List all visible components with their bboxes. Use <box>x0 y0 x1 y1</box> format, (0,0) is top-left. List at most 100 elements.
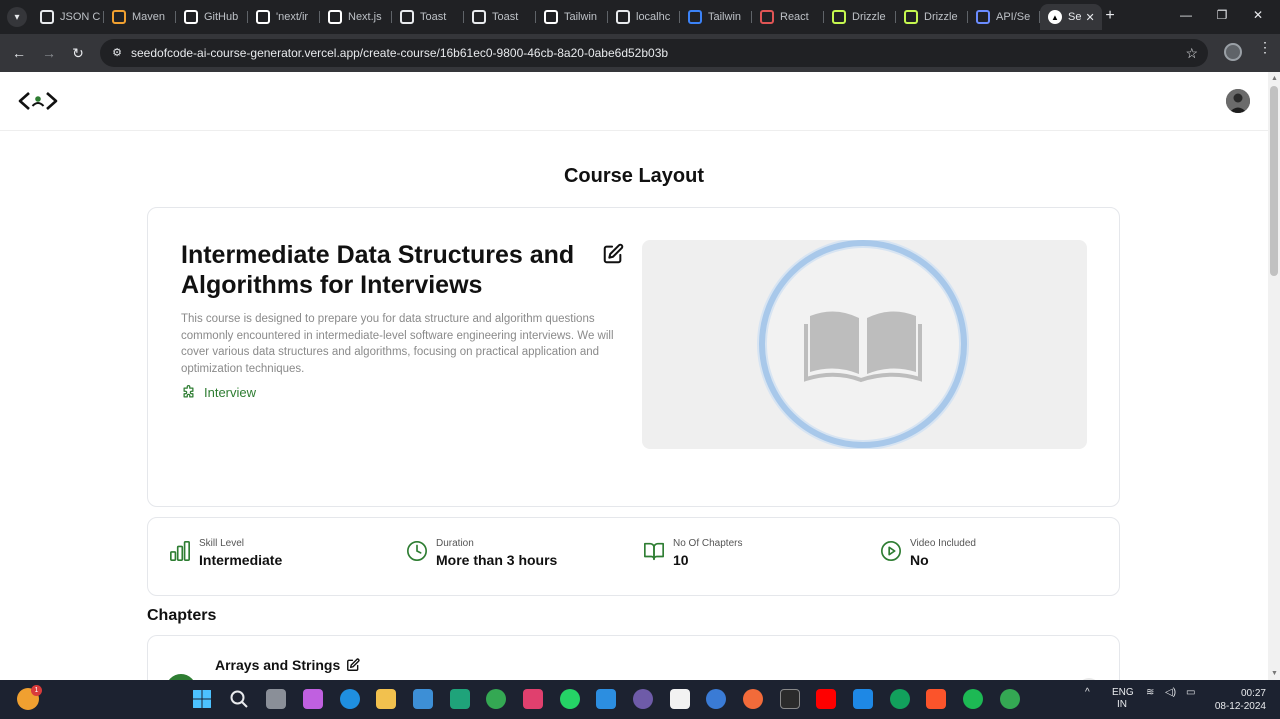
chrome-icon[interactable] <box>486 689 506 709</box>
app-icon[interactable] <box>706 689 726 709</box>
window-close-icon[interactable]: ✕ <box>1250 8 1266 22</box>
stat-skill-level: Skill Level Intermediate <box>169 538 282 568</box>
edit-chapter-icon[interactable] <box>346 658 360 672</box>
tab-favicon-icon <box>616 10 630 24</box>
browser-tab-active[interactable]: ▲ Se ✕ <box>1040 4 1102 30</box>
back-button[interactable]: ← <box>10 44 28 62</box>
store-icon[interactable] <box>413 689 433 709</box>
browser-toolbar: ← → ↻ ⚙ seedofcode-ai-course-generator.v… <box>0 34 1280 72</box>
browser-menu-icon[interactable]: ⋮ <box>1258 40 1272 54</box>
task-view-icon[interactable] <box>266 689 286 709</box>
windows-start-icon[interactable] <box>192 689 212 709</box>
course-banner-image[interactable] <box>642 240 1087 449</box>
github-desktop-icon[interactable] <box>633 689 653 709</box>
bar-chart-icon <box>170 541 190 561</box>
browser-tab[interactable]: Drizzle <box>824 4 896 30</box>
tab-search-button[interactable]: ▾ <box>7 7 27 27</box>
page-viewport: Course Layout Intermediate Data Structur… <box>0 72 1268 680</box>
webstorm-icon[interactable] <box>780 689 800 709</box>
app-icon[interactable] <box>853 689 873 709</box>
user-avatar[interactable] <box>1226 89 1250 113</box>
scroll-down-arrow-icon[interactable]: ▼ <box>1271 670 1278 677</box>
stat-label: Skill Level <box>199 538 245 549</box>
clion-icon[interactable] <box>450 689 470 709</box>
stat-duration: Duration More than 3 hours <box>406 538 557 568</box>
browser-tab[interactable]: Tailwin <box>680 4 752 30</box>
tab-favicon-icon <box>112 10 126 24</box>
app-header <box>0 72 1268 131</box>
copilot-icon[interactable] <box>303 689 323 709</box>
edit-icon[interactable] <box>602 243 624 265</box>
forward-button[interactable]: → <box>40 44 58 62</box>
address-bar[interactable]: ⚙ seedofcode-ai-course-generator.vercel.… <box>100 39 1208 67</box>
course-stats-card: Skill Level Intermediate Duration More t… <box>147 517 1120 596</box>
browser-tab[interactable]: Drizzle <box>896 4 968 30</box>
category-label: Interview <box>204 385 257 400</box>
book-open-icon <box>644 542 664 561</box>
play-circle-icon <box>881 541 901 561</box>
browser-tab[interactable]: Toast <box>464 4 536 30</box>
tab-title: Next.js <box>348 11 382 23</box>
tab-title: localhc <box>636 11 671 23</box>
page-scrollbar[interactable]: ▲ ▼ <box>1268 72 1280 680</box>
browser-tab[interactable]: Next.js <box>320 4 392 30</box>
browser-tab[interactable]: API/Se <box>968 4 1040 30</box>
edge-icon[interactable] <box>340 689 360 709</box>
system-clock[interactable]: 00:27 08-12-2024 <box>1210 687 1266 713</box>
volume-icon[interactable]: ◁) <box>1165 687 1176 698</box>
clock-icon <box>407 541 427 561</box>
browser-tab[interactable]: React <box>752 4 824 30</box>
youtube-icon[interactable] <box>816 689 836 709</box>
browser-tab[interactable]: Tailwin <box>536 4 608 30</box>
spotify-icon[interactable] <box>963 689 983 709</box>
browser-tab[interactable]: Toast <box>392 4 464 30</box>
restore-icon[interactable]: ❐ <box>1214 8 1230 22</box>
stat-value: 10 <box>673 552 689 568</box>
brave-icon[interactable] <box>926 689 946 709</box>
stat-value: Intermediate <box>199 552 283 568</box>
file-explorer-icon[interactable] <box>376 689 396 709</box>
chapter-item[interactable]: Arrays and Strings <box>147 635 1120 680</box>
browser-tab[interactable]: Maven <box>104 4 176 30</box>
notion-icon[interactable] <box>670 689 690 709</box>
language-indicator[interactable]: ENG IN <box>1112 687 1134 711</box>
scroll-thumb[interactable] <box>1270 86 1278 276</box>
chrome-active-icon[interactable] <box>1000 689 1020 709</box>
tab-title: API/Se <box>996 11 1031 23</box>
browser-tab[interactable]: JSON C <box>32 4 104 30</box>
browser-tab[interactable]: GitHub <box>176 4 248 30</box>
wifi-icon[interactable]: ≋ <box>1146 687 1154 698</box>
browser-profile-avatar[interactable] <box>1224 43 1242 61</box>
tab-favicon-icon <box>400 10 414 24</box>
vscode-icon[interactable] <box>596 689 616 709</box>
browser-tab[interactable]: localhc <box>608 4 680 30</box>
minimize-icon[interactable]: — <box>1178 8 1194 22</box>
tab-title: JSON C <box>60 11 101 23</box>
user-photo-icon <box>1226 89 1250 113</box>
battery-icon[interactable]: ▭ <box>1186 687 1195 698</box>
app-logo[interactable] <box>17 89 59 113</box>
url-text[interactable]: seedofcode-ai-course-generator.vercel.ap… <box>131 46 668 60</box>
browser-tab[interactable]: 'next/ir <box>248 4 320 30</box>
new-tab-button[interactable]: + <box>1101 8 1119 26</box>
reload-button[interactable]: ↻ <box>69 44 87 62</box>
tray-overflow-icon[interactable]: ^ <box>1085 687 1090 698</box>
tab-favicon-icon <box>832 10 846 24</box>
whatsapp-icon[interactable] <box>560 689 580 709</box>
course-info-card: Intermediate Data Structures and Algorit… <box>147 207 1120 507</box>
scroll-up-arrow-icon[interactable]: ▲ <box>1271 75 1278 82</box>
tab-title: Drizzle <box>852 11 886 23</box>
tab-favicon-icon <box>256 10 270 24</box>
mongodb-icon[interactable] <box>890 689 910 709</box>
tab-list: JSON C Maven GitHub 'next/ir Next.js Toast Toa… <box>32 4 1102 30</box>
intellij-icon[interactable] <box>523 689 543 709</box>
stat-value: No <box>910 552 929 568</box>
stat-video: Video Included No <box>880 538 976 568</box>
bookmark-star-icon[interactable]: ☆ <box>1185 45 1198 62</box>
postman-icon[interactable] <box>743 689 763 709</box>
browser-tab-strip: ▾ JSON C Maven GitHub 'next/ir Next.js Toast T… <box>0 0 1280 34</box>
tab-close-icon[interactable]: ✕ <box>1085 11 1094 24</box>
search-icon[interactable] <box>229 689 249 709</box>
site-info-icon[interactable]: ⚙ <box>110 46 124 60</box>
clock-date: 08-12-2024 <box>1214 701 1266 712</box>
